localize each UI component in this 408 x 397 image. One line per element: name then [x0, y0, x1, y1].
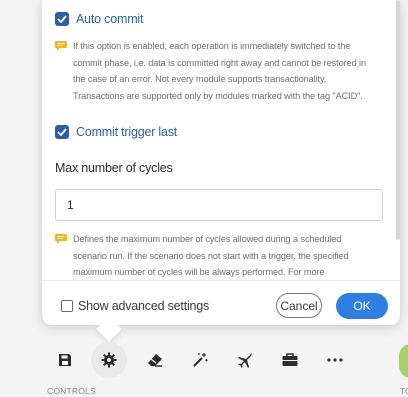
auto-commit-note-line: commit phase, i.e. data is committed rig… [73, 57, 366, 68]
save-button[interactable] [47, 340, 83, 380]
panel-footer: Show advanced settings Cancel OK [42, 280, 400, 325]
checkbox-unchecked-icon [61, 300, 73, 312]
max-cycles-label: Max number of cycles [55, 161, 173, 175]
cancel-button[interactable]: Cancel [276, 293, 322, 318]
magic-wand-icon [193, 353, 208, 367]
airplane-button[interactable] [227, 340, 263, 380]
auto-commit-note-line: If this option is enabled, each operatio… [73, 41, 351, 51]
magic-wand-button[interactable] [182, 340, 218, 380]
scenario-settings-panel: Auto commit If this option is enabled, e… [42, 0, 400, 325]
commit-trigger-last-label: Commit trigger last [76, 125, 178, 139]
info-note-icon [55, 234, 67, 244]
auto-commit-label: Auto commit [76, 12, 144, 26]
controls-section-label: CONTROLS [47, 386, 96, 396]
checkbox-checked-icon [55, 12, 69, 26]
airplane-icon [238, 353, 252, 368]
auto-commit-note: If this option is enabled, each operatio… [55, 38, 366, 104]
auto-commit-note-line: Transactions are supported only by modul… [73, 90, 363, 101]
tools-button[interactable] [272, 340, 308, 380]
auto-commit-note-line: the case of an error. Not every module s… [73, 74, 327, 84]
more-button[interactable] [317, 340, 353, 380]
more-icon [327, 358, 343, 362]
save-icon [59, 354, 71, 366]
ok-button[interactable]: OK [336, 293, 388, 319]
controls-toolbar [0, 340, 408, 380]
next-section-icon[interactable] [399, 344, 408, 378]
info-note-icon [55, 41, 67, 51]
next-section-label: TO [400, 386, 408, 396]
max-cycles-input[interactable]: 1 [55, 189, 383, 221]
auto-commit-checkbox[interactable]: Auto commit [55, 12, 143, 26]
max-cycles-note: Defines the maximum number of cycles all… [55, 231, 349, 281]
eraser-button[interactable] [137, 340, 173, 380]
max-cycles-note-line: scenario run. If the scenario does not s… [73, 250, 349, 261]
max-cycles-note-line: Defines the maximum number of cycles all… [73, 234, 342, 244]
max-cycles-value: 1 [67, 198, 74, 212]
show-advanced-settings-checkbox[interactable]: Show advanced settings [61, 299, 209, 313]
checkbox-checked-icon [55, 125, 69, 139]
scrollbar[interactable] [396, 0, 400, 240]
settings-button[interactable] [91, 340, 127, 380]
commit-trigger-last-checkbox[interactable]: Commit trigger last [55, 125, 177, 139]
show-advanced-settings-label: Show advanced settings [78, 299, 210, 313]
gear-icon [101, 352, 117, 368]
max-cycles-note-line: maximum number of cycles will be always … [73, 267, 325, 277]
briefcase-icon [282, 353, 298, 366]
eraser-icon [148, 354, 162, 367]
